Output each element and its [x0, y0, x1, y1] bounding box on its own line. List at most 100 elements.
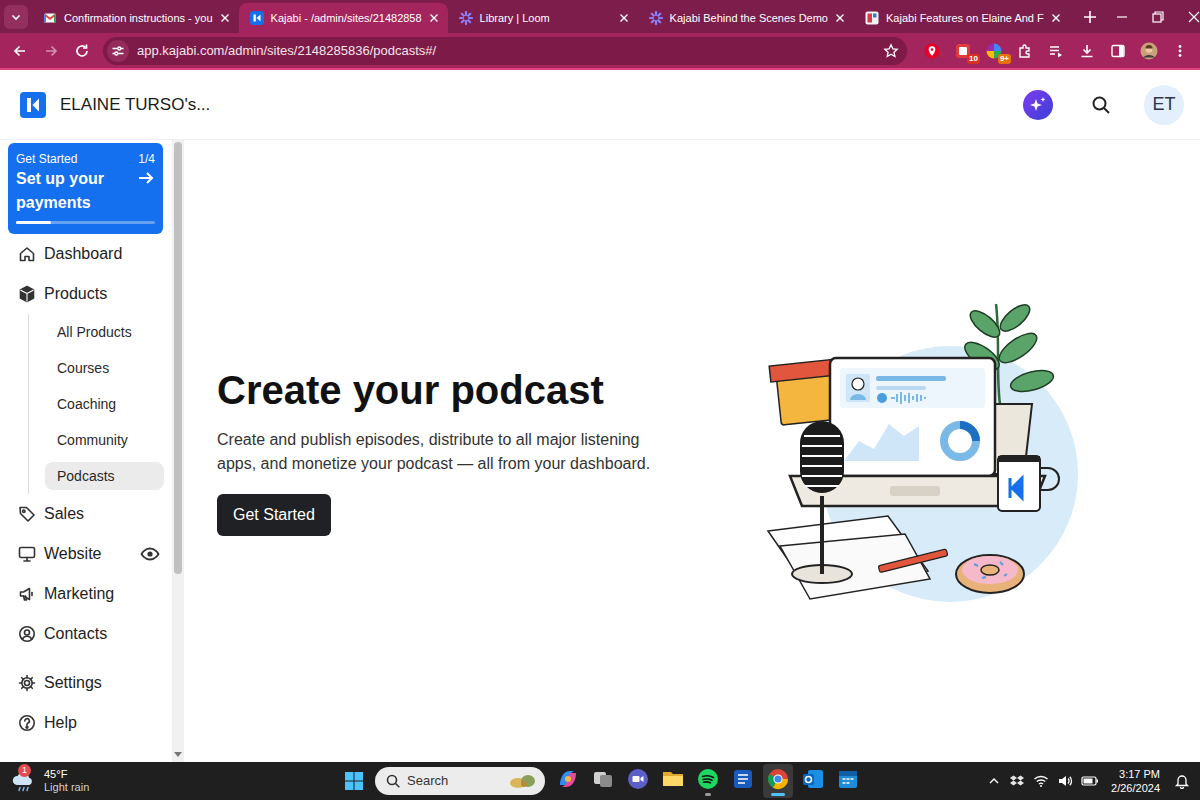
dropbox-icon[interactable]: [1009, 773, 1025, 789]
minimize-icon[interactable]: [1104, 0, 1140, 33]
back-icon[interactable]: [6, 37, 34, 65]
battery-icon[interactable]: [1081, 773, 1099, 789]
tab-label[interactable]: Kajabi - /admin/sites/21482858: [271, 10, 422, 27]
sidebar-item-label[interactable]: Help: [44, 711, 77, 735]
sidebar-item[interactable]: Sales: [0, 494, 172, 534]
tab-label[interactable]: Library | Loom: [480, 10, 612, 27]
close-icon[interactable]: [429, 13, 439, 23]
taskbar-app[interactable]: [798, 764, 828, 798]
reload-icon[interactable]: [68, 37, 96, 65]
close-icon[interactable]: [835, 13, 845, 23]
plus-icon[interactable]: [1076, 3, 1104, 31]
sidebar-subitem[interactable]: Podcasts: [45, 462, 164, 490]
taskbar-search-input[interactable]: [407, 771, 503, 791]
profile-icon[interactable]: [1135, 37, 1163, 65]
speaker-icon[interactable]: [1057, 773, 1073, 789]
scroll-down-icon[interactable]: [174, 752, 182, 758]
sidebar-subitem-label[interactable]: Podcasts: [57, 466, 115, 487]
sidebar-subitem[interactable]: Courses: [45, 350, 164, 386]
sidebar-subitem-label[interactable]: All Products: [57, 322, 132, 343]
taskbar-app[interactable]: [588, 764, 618, 798]
address-bar[interactable]: app.kajabi.com/admin/sites/2148285836/po…: [103, 37, 907, 65]
chat-icon: [626, 767, 650, 791]
tab-label[interactable]: Kajabi Behind the Scenes Demo: [670, 10, 828, 27]
scrollbar-thumb[interactable]: [174, 142, 182, 574]
taskbar-app[interactable]: [693, 764, 723, 798]
menu-dots-icon[interactable]: [1166, 37, 1194, 65]
pinterest-icon[interactable]: [918, 37, 946, 65]
tab-search-icon[interactable]: [4, 5, 28, 29]
browser-tab[interactable]: Kajabi Behind the Scenes Demo: [638, 3, 854, 33]
running-indicator: [565, 793, 571, 796]
taskbar-search[interactable]: [375, 767, 545, 795]
sidebar-item[interactable]: Products: [0, 274, 172, 314]
close-window-icon[interactable]: [1176, 0, 1200, 33]
setup-card[interactable]: Get Started1/4Set up your payments: [8, 143, 163, 234]
puzzle-icon[interactable]: [1011, 37, 1039, 65]
sidebar-subitem[interactable]: Coaching: [45, 386, 164, 422]
get-started-button[interactable]: Get Started: [217, 494, 331, 536]
site-name[interactable]: ELAINE TURSO's...: [60, 92, 210, 118]
running-indicator: [635, 793, 641, 796]
browser-tab[interactable]: Confirmation instructions - you: [32, 3, 239, 33]
close-icon[interactable]: [220, 13, 230, 23]
setup-row: Set up your payments: [16, 167, 155, 215]
extension-icon[interactable]: 9+: [980, 37, 1008, 65]
sidebar-item-label[interactable]: Dashboard: [44, 242, 122, 266]
clock[interactable]: 3:17 PM2/26/2024: [1111, 767, 1160, 795]
tab-label[interactable]: Confirmation instructions - you: [64, 10, 213, 27]
wifi-icon[interactable]: [1033, 773, 1049, 789]
forward-icon[interactable]: [37, 37, 65, 65]
sidebar-item-label[interactable]: Products: [44, 282, 107, 306]
sparkle-icon[interactable]: [1023, 90, 1053, 120]
taskbar-app[interactable]: [658, 764, 688, 798]
windows-start-icon[interactable]: [340, 767, 368, 795]
media-queue-icon[interactable]: [1042, 37, 1070, 65]
close-icon[interactable]: [619, 13, 629, 23]
weather-icon[interactable]: 1: [10, 768, 36, 794]
bell-icon[interactable]: [1174, 773, 1190, 789]
address-text[interactable]: app.kajabi.com/admin/sites/2148285836/po…: [137, 41, 875, 61]
taskview-icon: [591, 767, 615, 791]
side-panel-icon[interactable]: [1104, 37, 1132, 65]
sidebar-item-label[interactable]: Settings: [44, 671, 102, 695]
browser-tab[interactable]: Kajabi Features on Elaine And F: [854, 3, 1070, 33]
taskbar-app[interactable]: [553, 764, 583, 798]
browser-tab[interactable]: Library | Loom: [448, 3, 638, 33]
sidebar-item[interactable]: Settings: [0, 663, 172, 703]
eye-icon[interactable]: [140, 544, 160, 564]
avatar[interactable]: ET: [1144, 85, 1184, 125]
scrollbar[interactable]: [172, 140, 184, 762]
taskbar-app[interactable]: [623, 764, 653, 798]
sidebar-item-label[interactable]: Marketing: [44, 582, 114, 606]
sidebar-item-label[interactable]: Sales: [44, 502, 84, 526]
sidebar-subitem-label[interactable]: Community: [57, 430, 128, 451]
sidebar-item-label[interactable]: Contacts: [44, 622, 107, 646]
tab-label[interactable]: Kajabi Features on Elaine And F: [886, 10, 1044, 27]
sidebar-item-label[interactable]: Website: [44, 542, 102, 566]
sidebar-item[interactable]: Help: [0, 703, 172, 743]
close-icon[interactable]: [1051, 13, 1061, 23]
download-icon[interactable]: [1073, 37, 1101, 65]
search-icon[interactable]: [1091, 95, 1111, 115]
sidebar-subitem[interactable]: All Products: [45, 314, 164, 350]
spotify-icon: [696, 767, 720, 791]
taskbar-app[interactable]: [833, 764, 863, 798]
sidebar-item[interactable]: Marketing: [0, 574, 172, 614]
taskbar-app[interactable]: [728, 764, 758, 798]
sidebar-item[interactable]: Contacts: [0, 614, 172, 654]
sidebar-subitem[interactable]: Community: [45, 422, 164, 458]
star-icon[interactable]: [883, 43, 899, 59]
taskbar-app[interactable]: [763, 764, 793, 798]
extension-icon[interactable]: 10: [949, 37, 977, 65]
sidebar-item[interactable]: Website: [0, 534, 172, 574]
chevron-up-icon[interactable]: [987, 774, 1001, 788]
weather-widget[interactable]: 145°FLight rain: [10, 768, 340, 794]
browser-tab[interactable]: Kajabi - /admin/sites/21482858: [239, 3, 448, 33]
site-info-icon[interactable]: [107, 40, 129, 62]
kajabi-logo-icon[interactable]: [20, 92, 46, 118]
restore-icon[interactable]: [1140, 0, 1176, 33]
sidebar-item[interactable]: Dashboard: [0, 234, 172, 274]
sidebar-subitem-label[interactable]: Courses: [57, 358, 109, 379]
sidebar-subitem-label[interactable]: Coaching: [57, 394, 116, 415]
